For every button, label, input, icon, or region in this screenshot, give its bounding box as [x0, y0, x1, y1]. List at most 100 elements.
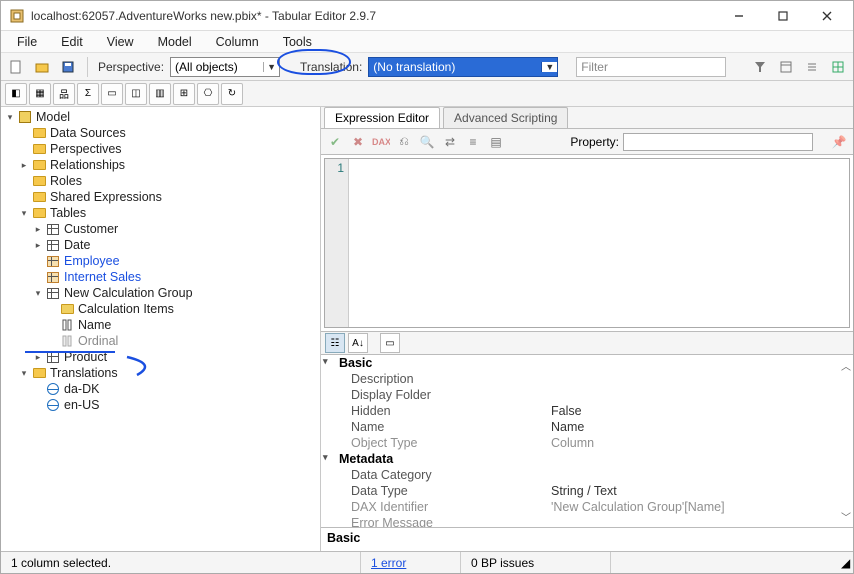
prop-key[interactable]: Data Type — [321, 484, 551, 498]
tree-table[interactable]: Customer — [64, 222, 118, 236]
tree-translation[interactable]: da-DK — [64, 382, 99, 396]
property-dropdown[interactable] — [623, 133, 813, 151]
tool-icon[interactable]: ▥ — [149, 83, 171, 105]
status-bar: 1 column selected. 1 error 0 BP issues ◢ — [1, 551, 853, 573]
tree-toggle-icon[interactable] — [775, 56, 797, 78]
folder-icon — [31, 142, 47, 156]
prop-key[interactable]: Description — [321, 372, 551, 386]
new-icon[interactable] — [5, 56, 27, 78]
translation-dropdown[interactable]: (No translation) ▼ — [368, 57, 558, 77]
prop-key: Object Type — [321, 436, 551, 450]
globe-icon — [45, 398, 61, 412]
tree-table[interactable]: Employee — [64, 254, 120, 268]
folder-icon — [31, 126, 47, 140]
list-icon[interactable] — [801, 56, 823, 78]
table-icon — [45, 238, 61, 252]
tree-item[interactable]: Name — [78, 318, 111, 332]
tree-item[interactable]: Roles — [50, 174, 82, 188]
categorized-icon[interactable]: ☷ — [325, 333, 345, 353]
menu-view[interactable]: View — [95, 33, 146, 51]
tool-icon[interactable]: ↻ — [221, 83, 243, 105]
prop-page-icon[interactable]: ▭ — [380, 333, 400, 353]
folder-icon — [31, 206, 47, 220]
editor-tabs: Expression Editor Advanced Scripting — [321, 107, 853, 129]
model-tree[interactable]: ▾Model ▸Data Sources ▸Perspectives ▸Rela… — [1, 107, 321, 551]
grid-icon[interactable] — [827, 56, 849, 78]
tree-item[interactable]: Perspectives — [50, 142, 122, 156]
tab-scripting[interactable]: Advanced Scripting — [443, 107, 568, 128]
menu-column[interactable]: Column — [204, 33, 271, 51]
tool-icon[interactable]: Σ — [77, 83, 99, 105]
status-errors[interactable]: 1 error — [371, 556, 406, 570]
prop-key[interactable]: Data Category — [321, 468, 551, 482]
tool-icon[interactable]: ◧ — [5, 83, 27, 105]
filter-icon[interactable] — [749, 56, 771, 78]
tool-icon[interactable]: ⎌ — [394, 132, 414, 152]
menu-model[interactable]: Model — [146, 33, 204, 51]
tool-icon[interactable]: ▭ — [101, 83, 123, 105]
tree-item[interactable]: Data Sources — [50, 126, 126, 140]
tree-calcgroup[interactable]: New Calculation Group — [64, 286, 193, 300]
scroll-down-icon[interactable]: ﹀ — [841, 509, 851, 524]
main-toolbar: Perspective: (All objects) ▼ Translation… — [1, 53, 853, 81]
prop-category[interactable]: Basic — [339, 356, 372, 370]
table-icon — [45, 270, 61, 284]
close-button[interactable] — [805, 2, 849, 30]
app-window: localhost:62057.AdventureWorks new.pbix*… — [0, 0, 854, 574]
prop-description: Basic — [321, 527, 853, 551]
accept-icon[interactable]: ✔ — [325, 132, 345, 152]
tree-item[interactable]: Ordinal — [78, 334, 118, 348]
tree-item[interactable]: Calculation Items — [78, 302, 174, 316]
tree-table[interactable]: Date — [64, 238, 90, 252]
tree-item[interactable]: Relationships — [50, 158, 125, 172]
tool-icon[interactable]: ▦ — [29, 83, 51, 105]
prop-key[interactable]: Display Folder — [321, 388, 551, 402]
pin-icon[interactable]: 📌 — [829, 132, 849, 152]
open-icon[interactable] — [31, 56, 53, 78]
prop-value[interactable]: False — [551, 404, 853, 418]
cancel-icon[interactable]: ✖ — [348, 132, 368, 152]
tree-tables[interactable]: Tables — [50, 206, 86, 220]
annotation-circle — [277, 49, 351, 75]
tool-icon[interactable]: ≡ — [463, 132, 483, 152]
tool-icon[interactable]: ⇄ — [440, 132, 460, 152]
tree-translation[interactable]: en-US — [64, 398, 99, 412]
folder-icon — [31, 174, 47, 188]
tab-expression[interactable]: Expression Editor — [324, 107, 440, 128]
tree-table[interactable]: Internet Sales — [64, 270, 141, 284]
tree-item[interactable]: Shared Expressions — [50, 190, 162, 204]
save-icon[interactable] — [57, 56, 79, 78]
prop-value[interactable]: String / Text — [551, 484, 853, 498]
tool-icon[interactable]: 品 — [53, 83, 75, 105]
prop-key[interactable]: Hidden — [321, 404, 551, 418]
svg-text:DAX: DAX — [372, 137, 390, 147]
prop-value[interactable]: Name — [551, 420, 853, 434]
prop-value: 'New Calculation Group'[Name] — [551, 500, 853, 514]
tool-icon[interactable]: ⊞ — [173, 83, 195, 105]
menu-edit[interactable]: Edit — [49, 33, 95, 51]
property-grid[interactable]: ︿ ▾Basic Description Display Folder Hidd… — [321, 355, 853, 527]
tool-icon[interactable]: ▤ — [486, 132, 506, 152]
column-icon — [59, 318, 75, 332]
tool-icon[interactable]: ⎔ — [197, 83, 219, 105]
minimize-button[interactable] — [717, 2, 761, 30]
cube-icon — [17, 110, 33, 124]
status-selection: 1 column selected. — [1, 552, 361, 573]
perspective-dropdown[interactable]: (All objects) ▼ — [170, 57, 280, 77]
search-icon[interactable]: 🔍 — [417, 132, 437, 152]
tree-model[interactable]: Model — [36, 110, 70, 124]
prop-category[interactable]: Metadata — [339, 452, 393, 466]
maximize-button[interactable] — [761, 2, 805, 30]
dax-icon[interactable]: DAX — [371, 132, 391, 152]
menu-tools[interactable]: Tools — [271, 33, 324, 51]
column-icon — [59, 334, 75, 348]
resize-grip-icon[interactable]: ◢ — [831, 552, 853, 573]
secondary-toolbar: ◧ ▦ 品 Σ ▭ ◫ ▥ ⊞ ⎔ ↻ — [1, 81, 853, 107]
expression-editor[interactable]: 1 — [324, 158, 850, 328]
menu-file[interactable]: File — [5, 33, 49, 51]
filter-input[interactable]: Filter — [576, 57, 726, 77]
prop-key[interactable]: Name — [321, 420, 551, 434]
alphabetical-icon[interactable]: A↓ — [348, 333, 368, 353]
tool-icon[interactable]: ◫ — [125, 83, 147, 105]
chevron-down-icon: ▼ — [541, 62, 557, 72]
